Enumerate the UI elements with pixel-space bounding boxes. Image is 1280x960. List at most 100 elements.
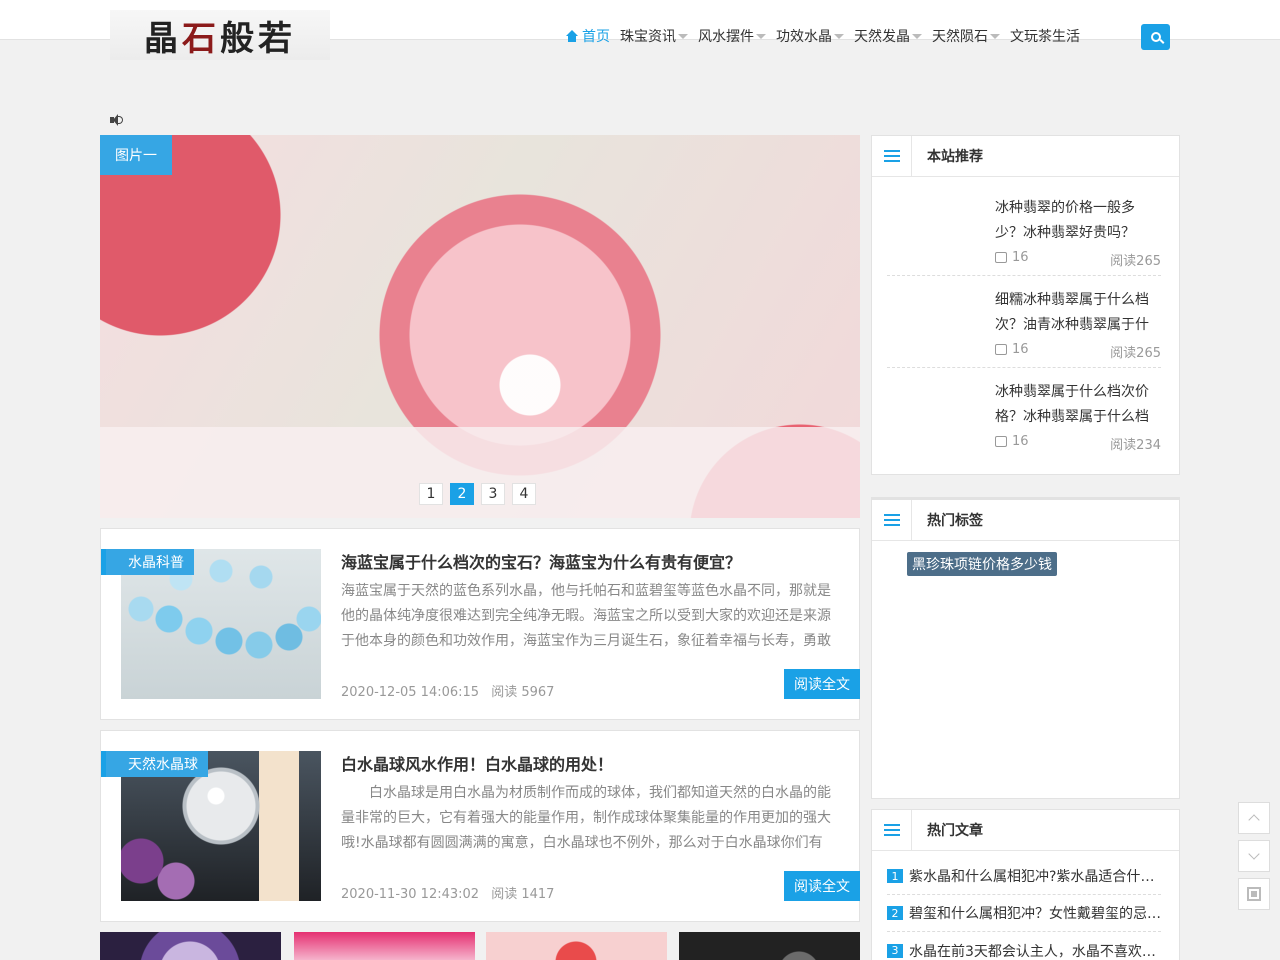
widget-recommend: 本站推荐 冰种翡翠的价格一般多少？冰种翡翠好贵吗？ 16 阅读265 细糯冰种翡… bbox=[871, 135, 1180, 475]
hot-article-title[interactable]: 水晶在前3天都会认主人，水晶不喜欢什么？ bbox=[909, 941, 1161, 960]
recommend-item[interactable]: 冰种翡翠的价格一般多少？冰种翡翠好贵吗？ 16 阅读265 bbox=[887, 184, 1161, 276]
like-value: 16 bbox=[1012, 250, 1029, 265]
post-category[interactable]: 天然水晶球 bbox=[101, 751, 208, 777]
logo-char-1: 晶 bbox=[144, 18, 182, 59]
widget-title: 热门文章 bbox=[927, 823, 983, 839]
hot-article-title[interactable]: 紫水晶和什么属相犯冲?紫水晶适合什么属相？ bbox=[909, 866, 1161, 886]
nav-item-meteorite[interactable]: 天然陨石 bbox=[932, 26, 1000, 46]
read-more-button[interactable]: 阅读全文 bbox=[784, 871, 860, 901]
menu-icon-wrap bbox=[872, 136, 912, 176]
like-count[interactable]: 16 bbox=[995, 342, 1029, 357]
post-title[interactable]: 白水晶球风水作用！白水晶球的用处！ bbox=[341, 751, 613, 775]
slider-page-4[interactable]: 4 bbox=[512, 483, 536, 505]
recommend-thumbnail[interactable] bbox=[887, 380, 983, 452]
menu-icon-wrap bbox=[872, 810, 912, 850]
recommend-thumbnail[interactable] bbox=[887, 196, 983, 268]
post-date: 2020-12-05 14:06:15 bbox=[341, 685, 480, 700]
rank-badge: 2 bbox=[887, 906, 903, 920]
widget-header: 本站推荐 bbox=[872, 136, 1179, 177]
menu-icon bbox=[883, 514, 900, 526]
chevron-down-icon bbox=[834, 33, 844, 39]
nav-item-home[interactable]: 首页 bbox=[566, 26, 610, 46]
recommend-title[interactable]: 冰种翡翠属于什么档次价格？冰种翡翠属于什么档次？ bbox=[995, 380, 1161, 430]
slider-page-1[interactable]: 1 bbox=[419, 483, 443, 505]
post-views: 阅读 1417 bbox=[491, 887, 555, 902]
slider-page-3[interactable]: 3 bbox=[481, 483, 505, 505]
nav-label: 功效水晶 bbox=[776, 29, 832, 45]
recommend-thumbnail[interactable] bbox=[887, 288, 983, 360]
nav-item-jewelry-news[interactable]: 珠宝资讯 bbox=[620, 26, 688, 46]
widget-header: 热门文章 bbox=[872, 810, 1179, 851]
read-more-button[interactable]: 阅读全文 bbox=[784, 669, 860, 699]
chevron-down-icon bbox=[1248, 848, 1260, 860]
recommend-item[interactable]: 细糯冰种翡翠属于什么档次？油青冰种翡翠属于什么档次？ 16 阅读265 bbox=[887, 276, 1161, 368]
thumbs-up-icon bbox=[995, 436, 1007, 447]
like-value: 16 bbox=[1012, 342, 1029, 357]
post-card: 水晶科普 海蓝宝属于什么档次的宝石？海蓝宝为什么有贵有便宜？ 海蓝宝属于天然的蓝… bbox=[100, 528, 860, 720]
nav-item-tea-life[interactable]: 文玩茶生活 bbox=[1010, 26, 1080, 46]
menu-icon-wrap bbox=[872, 500, 912, 540]
widget-hot-articles: 热门文章 1 紫水晶和什么属相犯冲?紫水晶适合什么属相？ 2 碧玺和什么属相犯冲… bbox=[871, 809, 1180, 960]
qr-code-icon bbox=[1247, 887, 1261, 901]
post-category[interactable]: 水晶科普 bbox=[101, 549, 194, 575]
read-count: 阅读265 bbox=[1110, 254, 1161, 269]
post-meta: 2020-11-30 12:43:02 阅读 1417 bbox=[341, 883, 562, 902]
like-value: 16 bbox=[1012, 434, 1029, 449]
scroll-bottom-button[interactable] bbox=[1238, 840, 1270, 872]
hot-article-item[interactable]: 2 碧玺和什么属相犯冲？女性戴碧玺的忌讳？ bbox=[887, 895, 1161, 932]
search-icon bbox=[1150, 32, 1161, 42]
recommend-title[interactable]: 细糯冰种翡翠属于什么档次？油青冰种翡翠属于什么档次？ bbox=[995, 288, 1161, 338]
speaker-icon[interactable] bbox=[110, 114, 124, 126]
logo-char-3: 般若 bbox=[220, 18, 296, 59]
like-count[interactable]: 16 bbox=[995, 250, 1029, 265]
nav-label: 风水摆件 bbox=[698, 29, 754, 45]
site-logo[interactable]: 晶石般若 bbox=[110, 10, 330, 60]
menu-icon bbox=[883, 150, 900, 162]
slider-page-2[interactable]: 2 bbox=[450, 483, 474, 505]
nav-label: 首页 bbox=[582, 29, 610, 45]
thumbs-up-icon bbox=[995, 252, 1007, 263]
image-slider[interactable]: 图片一 1 2 3 4 bbox=[100, 135, 860, 518]
post-meta: 2020-12-05 14:06:15 阅读 5967 bbox=[341, 681, 562, 700]
nav-label: 天然发晶 bbox=[854, 29, 910, 45]
widget-tags: 热门标签 黑珍珠项链价格多少钱 bbox=[871, 497, 1180, 799]
read-count: 阅读265 bbox=[1110, 346, 1161, 361]
post-views: 阅读 5967 bbox=[491, 685, 555, 700]
chevron-up-icon bbox=[1248, 814, 1260, 826]
rank-badge: 3 bbox=[887, 943, 903, 958]
qr-code-button[interactable] bbox=[1238, 878, 1270, 910]
nav-item-fengshui[interactable]: 风水摆件 bbox=[698, 26, 766, 46]
chevron-down-icon bbox=[912, 33, 922, 39]
hot-article-title[interactable]: 碧玺和什么属相犯冲？女性戴碧玺的忌讳？ bbox=[909, 903, 1161, 923]
grid-thumbnail[interactable] bbox=[679, 932, 860, 960]
widget-title: 本站推荐 bbox=[927, 149, 983, 165]
grid-thumbnail[interactable] bbox=[486, 932, 667, 960]
grid-thumbnail[interactable] bbox=[294, 932, 475, 960]
rank-badge: 1 bbox=[887, 869, 903, 883]
recommend-item[interactable]: 冰种翡翠属于什么档次价格？冰种翡翠属于什么档次？ 16 阅读234 bbox=[887, 368, 1161, 460]
post-title[interactable]: 海蓝宝属于什么档次的宝石？海蓝宝为什么有贵有便宜？ bbox=[341, 549, 741, 573]
search-button[interactable] bbox=[1141, 24, 1170, 50]
tag-item[interactable]: 黑珍珠项链价格多少钱 bbox=[907, 552, 1057, 576]
post-excerpt: 白水晶球是用白水晶为材质制作而成的球体，我们都知道天然的白水晶的能量非常的巨大，… bbox=[341, 785, 831, 851]
chevron-down-icon bbox=[678, 33, 688, 39]
scroll-top-button[interactable] bbox=[1238, 802, 1270, 834]
read-count: 阅读234 bbox=[1110, 438, 1161, 453]
hot-article-item[interactable]: 3 水晶在前3天都会认主人，水晶不喜欢什么？ bbox=[887, 932, 1161, 960]
grid-thumbnail[interactable] bbox=[100, 932, 281, 960]
widget-header: 热门标签 bbox=[872, 500, 1179, 541]
nav-label: 天然陨石 bbox=[932, 29, 988, 45]
nav-item-crystal-effects[interactable]: 功效水晶 bbox=[776, 26, 844, 46]
slider-caption: 图片一 bbox=[100, 135, 172, 175]
nav-item-hair-crystal[interactable]: 天然发晶 bbox=[854, 26, 922, 46]
post-date: 2020-11-30 12:43:02 bbox=[341, 887, 480, 902]
chevron-down-icon bbox=[990, 33, 1000, 39]
menu-icon bbox=[883, 824, 900, 836]
home-icon bbox=[566, 30, 578, 42]
like-count[interactable]: 16 bbox=[995, 434, 1029, 449]
post-excerpt: 海蓝宝属于天然的蓝色系列水晶，他与托帕石和蓝碧玺等蓝色水晶不同，那就是他的晶体纯… bbox=[341, 583, 831, 649]
slider-pagination: 1 2 3 4 bbox=[419, 483, 543, 505]
widget-title: 热门标签 bbox=[927, 513, 983, 529]
recommend-title[interactable]: 冰种翡翠的价格一般多少？冰种翡翠好贵吗？ bbox=[995, 196, 1161, 246]
hot-article-item[interactable]: 1 紫水晶和什么属相犯冲?紫水晶适合什么属相？ bbox=[887, 858, 1161, 895]
